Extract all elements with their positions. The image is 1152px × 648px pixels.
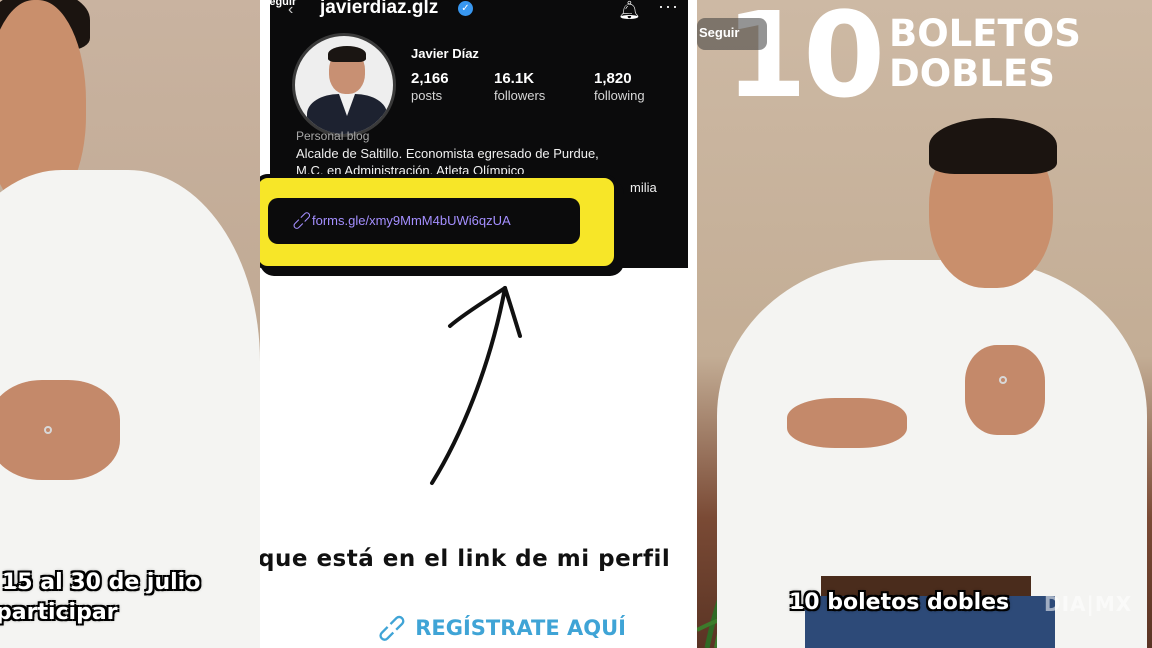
stat-posts[interactable]: 2,166 posts (411, 70, 449, 103)
profile-category: Personal blog (296, 129, 370, 143)
caption-line-2: participar (0, 600, 118, 625)
more-icon[interactable]: ··· (658, 0, 679, 17)
display-name: Javier Díaz (411, 46, 479, 61)
bio-line-3: milia (630, 180, 657, 195)
followers-label: followers (494, 88, 546, 103)
following-label: following (594, 88, 645, 103)
caption-right: 10 boletos dobles (789, 590, 1010, 615)
posts-count: 2,166 (411, 70, 449, 87)
left-hand (787, 398, 907, 448)
stat-followers[interactable]: 16.1K followers (494, 70, 545, 103)
profile-top-bar: Seguir ‹ javierdiaz.glz ✓ 🔔︎ ··· (262, 0, 688, 22)
register-link-label: REGÍSTRATE AQUÍ (415, 616, 626, 640)
caption-line-1: 15 al 30 de julio (2, 570, 201, 595)
video-panel-left: 15 al 30 de julio participar (0, 0, 260, 648)
video-panel-middle: Seguir ‹ javierdiaz.glz ✓ 🔔︎ ··· Javier … (260, 0, 697, 648)
watermark: DIA|MX (1044, 592, 1133, 616)
back-arrow-icon[interactable]: ‹ (288, 1, 293, 19)
link-icon: ⊂⊃ (370, 607, 413, 648)
profile-link-text[interactable]: forms.gle/xmy9MmM4bUWi6qzUA (312, 213, 511, 228)
register-link[interactable]: ⊂⊃ REGÍSTRATE AQUÍ (371, 607, 626, 648)
ring-icon (44, 426, 52, 434)
follow-button[interactable]: Seguir (697, 18, 767, 50)
following-count: 1,820 (594, 70, 632, 87)
hand-drawn-arrow-icon (430, 286, 522, 485)
hand (0, 380, 120, 480)
bell-icon[interactable]: 🔔︎ (618, 0, 641, 21)
right-hand (965, 345, 1045, 435)
followers-count: 16.1K (494, 70, 535, 87)
hair (929, 118, 1057, 174)
ring-icon (999, 376, 1007, 384)
stat-following[interactable]: 1,820 following (594, 70, 645, 103)
headline-line-2: DOBLES (889, 52, 1055, 95)
headline-line-1: BOLETOS (889, 12, 1081, 55)
posts-label: posts (411, 88, 443, 103)
bio-line-1: Alcalde de Saltillo. Economista egresado… (296, 146, 599, 161)
video-panel-right: 10 BOLETOS DOBLES Seguir 10 boletos dobl… (697, 0, 1152, 648)
caption-middle: que está en el link de mi perfil (260, 546, 671, 572)
avatar-hair (328, 46, 366, 62)
profile-handle: javierdiaz.glz (320, 0, 439, 18)
avatar[interactable] (292, 33, 396, 137)
verified-badge-icon: ✓ (458, 1, 473, 16)
